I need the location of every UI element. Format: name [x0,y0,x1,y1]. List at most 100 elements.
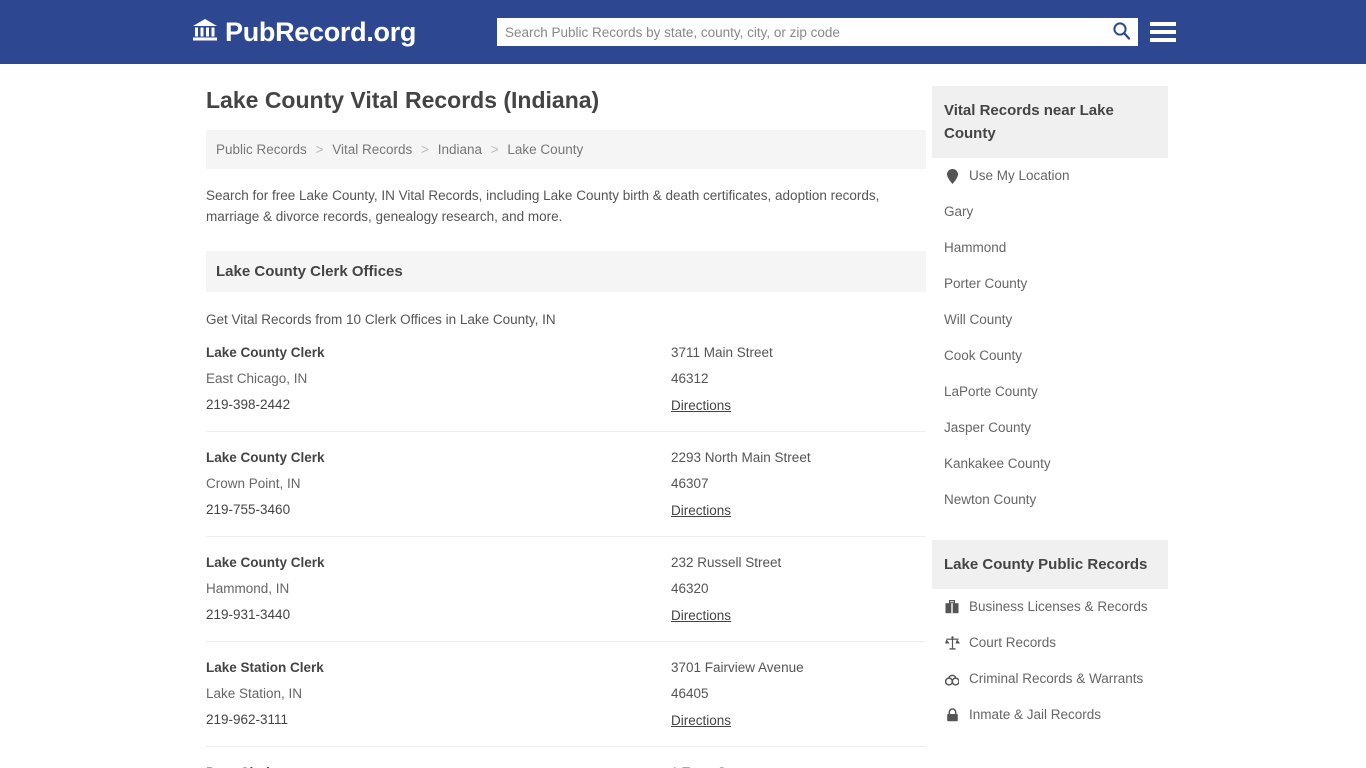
lock-icon [944,708,960,722]
sidebar-item-hammond[interactable]: Hammond [932,230,1168,266]
office-left-column: Lake Station Clerk Lake Station, IN 219-… [206,660,671,730]
office-city: Crown Point, IN [206,476,301,491]
office-street: 3701 Fairview Avenue [671,660,804,675]
office-city: Lake Station, IN [206,686,303,701]
office-left-column: Lake County Clerk East Chicago, IN 219-3… [206,345,671,415]
search-bar [497,18,1138,46]
breadcrumb-item-indiana[interactable]: Indiana [438,142,482,157]
sidebar-item-label: LaPorte County [944,384,1038,399]
office-zip: 46312 [671,371,709,386]
sidebar-item-cook-county[interactable]: Cook County [932,338,1168,374]
office-city: East Chicago, IN [206,371,308,386]
main-content: Lake County Vital Records (Indiana) Publ… [198,86,926,768]
sidebar-item-inmate-jail-records[interactable]: Inmate & Jail Records [932,697,1168,733]
directions-link[interactable]: Directions [671,713,731,728]
sidebar-item-label: Inmate & Jail Records [969,707,1102,722]
sidebar-item-gary[interactable]: Gary [932,194,1168,230]
briefcase-icon [944,600,960,614]
breadcrumb: Public Records > Vital Records > Indiana… [206,130,926,169]
office-zip: 46405 [671,686,709,701]
office-phone: 219-755-3460 [206,502,291,517]
office-listing: Lake County Clerk Hammond, IN 219-931-34… [206,537,926,642]
breadcrumb-separator: > [490,142,499,157]
sidebar-nearby-list: Use My Location Gary Hammond Porter Coun… [932,158,1168,518]
site-logo[interactable]: PubRecord.org [192,17,416,48]
office-street: 3711 Main Street [671,345,773,360]
hamburger-menu-icon [1150,30,1176,34]
sidebar-item-business-licenses[interactable]: Business Licenses & Records [932,589,1168,625]
page-intro-text: Search for free Lake County, IN Vital Re… [206,188,880,224]
sidebar-item-label: Criminal Records & Warrants [969,671,1144,686]
search-input[interactable] [497,19,1104,45]
breadcrumb-item-lake-county[interactable]: Lake County [507,142,583,157]
office-phone: 219-962-3111 [206,712,289,727]
sidebar-item-label: Gary [944,204,974,219]
office-name: Lake County Clerk [206,345,325,360]
search-icon [1112,21,1131,43]
sidebar-item-label: Cook County [944,348,1023,363]
page-title: Lake County Vital Records (Indiana) [206,87,600,113]
search-button[interactable] [1104,18,1138,46]
office-right-column: 2293 North Main Street 46307 Directions [671,450,926,520]
office-left-column: Lake County Clerk Crown Point, IN 219-75… [206,450,671,520]
sidebar-item-label: Court Records [969,635,1057,650]
page-body: Lake County Vital Records (Indiana) Publ… [0,64,1366,768]
sidebar-item-label: Use My Location [969,168,1070,183]
clerk-offices-subheading: Get Vital Records from 10 Clerk Offices … [206,312,556,327]
sidebar-item-criminal-records[interactable]: Criminal Records & Warrants [932,661,1168,697]
office-street: 232 Russell Street [671,555,782,570]
scales-icon [944,636,960,650]
sidebar-item-porter-county[interactable]: Porter County [932,266,1168,302]
sidebar-item-label: Business Licenses & Records [969,599,1148,614]
breadcrumb-separator: > [315,142,324,157]
office-listing: Lake Station Clerk Lake Station, IN 219-… [206,642,926,747]
office-city: Hammond, IN [206,581,290,596]
sidebar-public-records-list: Business Licenses & Records Court Record… [932,589,1168,733]
sidebar-item-label: Newton County [944,492,1037,507]
office-left-column: Lake County Clerk Hammond, IN 219-931-34… [206,555,671,625]
office-name: Lake County Clerk [206,450,325,465]
hamburger-menu-icon [1150,38,1176,42]
office-street: 2293 North Main Street [671,450,811,465]
breadcrumb-item-vital-records[interactable]: Vital Records [332,142,412,157]
office-listing: Dyer Clerk Dyer, IN 219-865-2421 1 Town … [206,747,926,768]
bank-icon [192,18,218,47]
directions-link[interactable]: Directions [671,608,731,623]
directions-link[interactable]: Directions [671,398,731,413]
breadcrumb-item-public-records[interactable]: Public Records [216,142,307,157]
breadcrumb-separator: > [421,142,429,157]
sidebar-item-laporte-county[interactable]: LaPorte County [932,374,1168,410]
sidebar-item-label: Porter County [944,276,1028,291]
office-phone: 219-398-2442 [206,397,291,412]
handcuffs-icon [944,672,960,686]
office-listing: Lake County Clerk East Chicago, IN 219-3… [206,327,926,432]
sidebar: Vital Records near Lake County Use My Lo… [932,86,1168,733]
sidebar-item-label: Hammond [944,240,1007,255]
sidebar-item-use-my-location[interactable]: Use My Location [932,158,1168,194]
sidebar-item-will-county[interactable]: Will County [932,302,1168,338]
sidebar-item-court-records[interactable]: Court Records [932,625,1168,661]
directions-link[interactable]: Directions [671,503,731,518]
sidebar-nearby-heading: Vital Records near Lake County [932,86,1168,158]
site-header: PubRecord.org [0,0,1366,64]
office-name: Lake County Clerk [206,555,325,570]
sidebar-public-records-heading: Lake County Public Records [932,540,1168,589]
office-phone: 219-931-3440 [206,607,291,622]
sidebar-item-label: Jasper County [944,420,1032,435]
clerk-offices-heading: Lake County Clerk Offices [206,251,926,292]
sidebar-item-label: Will County [944,312,1013,327]
hamburger-menu-button[interactable] [1150,19,1176,45]
sidebar-item-label: Kankakee County [944,456,1051,471]
brand-name: PubRecord.org [225,16,417,47]
office-listing: Lake County Clerk Crown Point, IN 219-75… [206,432,926,537]
sidebar-item-newton-county[interactable]: Newton County [932,482,1168,518]
office-zip: 46307 [671,476,709,491]
office-right-column: 3701 Fairview Avenue 46405 Directions [671,660,926,730]
sidebar-item-kankakee-county[interactable]: Kankakee County [932,446,1168,482]
office-right-column: 3711 Main Street 46312 Directions [671,345,926,415]
sidebar-item-jasper-county[interactable]: Jasper County [932,410,1168,446]
office-right-column: 232 Russell Street 46320 Directions [671,555,926,625]
hamburger-menu-icon [1150,22,1176,26]
office-zip: 46320 [671,581,709,596]
